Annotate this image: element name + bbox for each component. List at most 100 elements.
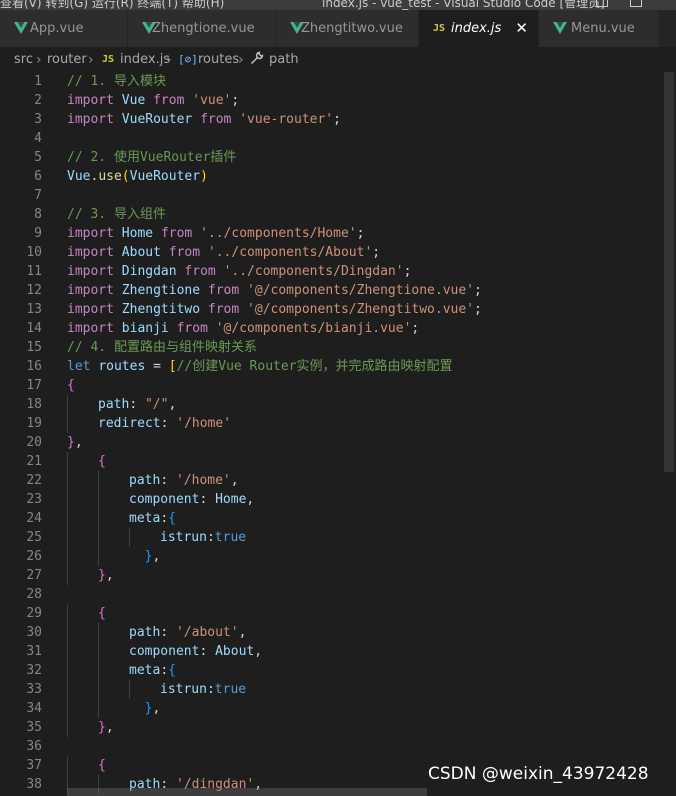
- code-line[interactable]: 8 // 3. 导入组件: [0, 205, 676, 224]
- horizontal-scrollbar[interactable]: [67, 788, 427, 796]
- code-line[interactable]: 30 path: '/about',: [0, 623, 676, 642]
- code-line[interactable]: 4: [0, 129, 676, 148]
- indent-guide: [67, 604, 68, 623]
- code-token: ;: [231, 93, 240, 108]
- code-line[interactable]: 26 },: [0, 547, 676, 566]
- close-icon[interactable]: ✕: [515, 10, 528, 47]
- window-controls[interactable]: [590, 0, 676, 10]
- code-token: '/about': [175, 625, 239, 640]
- code-line[interactable]: 15 // 4. 配置路由与组件映射关系: [0, 338, 676, 357]
- code-line[interactable]: 17 {: [0, 376, 676, 395]
- code-token: {: [168, 663, 176, 678]
- menu-bar[interactable]: 查看(V) 转到(G) 运行(R) 终端(T) 帮助(H): [0, 0, 224, 10]
- vue-icon: [553, 22, 567, 34]
- code-line[interactable]: 10 import About from '../components/About…: [0, 243, 676, 262]
- code-token: bianji: [121, 321, 169, 336]
- chevron-right-icon: ›: [36, 52, 42, 68]
- code-line[interactable]: 25 istrun:true: [0, 528, 676, 547]
- code-line[interactable]: 22 path: '/home',: [0, 471, 676, 490]
- code-token: import: [67, 283, 114, 298]
- code-token: :: [160, 511, 169, 526]
- code-token: from: [207, 302, 240, 317]
- indent-guide: [67, 509, 68, 528]
- code-token: from: [176, 321, 208, 336]
- code-token: VueRouter: [121, 112, 193, 127]
- tab-app-vue[interactable]: App.vue: [0, 10, 128, 47]
- code-line[interactable]: 23 component: Home,: [0, 490, 676, 509]
- code-line[interactable]: 33 istrun:true: [0, 680, 676, 699]
- code-line[interactable]: 36: [0, 737, 676, 756]
- code-line[interactable]: 14 import bianji from '@/components/bianj…: [0, 319, 676, 338]
- code-text: istrun:true: [160, 528, 246, 547]
- code-line[interactable]: 7: [0, 186, 676, 205]
- breadcrumb-routes[interactable]: routes: [198, 48, 239, 72]
- line-number: 16: [26, 359, 42, 374]
- code-token: ;: [372, 245, 381, 260]
- code-token: :: [199, 492, 216, 507]
- code-token: ;: [411, 321, 420, 336]
- scrollbar-thumb[interactable]: [664, 72, 674, 472]
- indent-guide: [67, 699, 68, 718]
- title-bar: 查看(V) 转到(G) 运行(R) 终端(T) 帮助(H) index.js -…: [0, 0, 676, 10]
- code-line[interactable]: 18 path: "/",: [0, 395, 676, 414]
- code-token: :: [206, 682, 215, 697]
- breadcrumb-src[interactable]: src: [14, 48, 33, 72]
- code-line[interactable]: 11 import Dingdan from '../components/Din…: [0, 262, 676, 281]
- code-line[interactable]: 16 let routes = [//创建Vue Router实例，并完成路由映射…: [0, 357, 676, 376]
- code-line[interactable]: 5 // 2. 使用VueRouter插件: [0, 148, 676, 167]
- code-token: from: [184, 264, 216, 279]
- indent-guide: [129, 528, 130, 547]
- code-line[interactable]: 19 redirect: '/home': [0, 414, 676, 433]
- breadcrumb-router[interactable]: router: [47, 48, 87, 72]
- code-line[interactable]: 32 meta:{: [0, 661, 676, 680]
- indent-guide: [129, 680, 130, 699]
- code-token: true: [214, 682, 247, 697]
- line-number: 37: [26, 758, 42, 773]
- code-text: Vue.use(VueRouter): [67, 167, 208, 186]
- code-line[interactable]: 34 },: [0, 699, 676, 718]
- code-token: //创建Vue Router实例，并完成路由映射配置: [176, 359, 453, 374]
- indent-guide: [67, 718, 68, 737]
- code-editor[interactable]: 1 // 1. 导入模块 2 import Vue from 'vue'; 3 impor…: [0, 72, 676, 796]
- code-token: '@/components/bianji.vue': [215, 321, 412, 336]
- code-line[interactable]: 9 import Home from '../components/Home';: [0, 224, 676, 243]
- code-line[interactable]: 28: [0, 585, 676, 604]
- code-text: {: [67, 376, 75, 395]
- code-token: from: [160, 226, 193, 241]
- line-number: 8: [34, 207, 42, 222]
- code-line[interactable]: 21 {: [0, 452, 676, 471]
- vertical-scrollbar[interactable]: [662, 72, 676, 796]
- code-line[interactable]: 24 meta:{: [0, 509, 676, 528]
- code-line[interactable]: 1 // 1. 导入模块: [0, 72, 676, 91]
- code-line[interactable]: 20},: [0, 433, 676, 452]
- code-line[interactable]: 6 Vue.use(VueRouter): [0, 167, 676, 186]
- maximize-icon[interactable]: [630, 0, 642, 7]
- tab-menu-vue[interactable]: Menu.vue: [539, 10, 659, 47]
- code-token: }: [98, 568, 106, 583]
- code-text: component: Home,: [129, 490, 254, 509]
- indent-guide: [67, 395, 68, 414]
- line-number: 2: [34, 93, 42, 108]
- tab-zhengtitwo-vue[interactable]: Zhengtitwo.vue: [276, 10, 419, 47]
- minimize-icon[interactable]: [596, 0, 608, 7]
- code-line[interactable]: 2 import Vue from 'vue';: [0, 91, 676, 110]
- code-line[interactable]: 27},: [0, 566, 676, 585]
- breadcrumb-path[interactable]: path: [269, 48, 299, 72]
- tab-index-js[interactable]: JS index.js ✕: [419, 10, 539, 47]
- code-line[interactable]: 35},: [0, 718, 676, 737]
- code-text: path: '/home',: [129, 471, 239, 490]
- code-line[interactable]: 3 import VueRouter from 'vue-router';: [0, 110, 676, 129]
- code-line[interactable]: 12 import Zhengtione from '@/components/Z…: [0, 281, 676, 300]
- code-text: // 4. 配置路由与组件映射关系: [67, 338, 257, 357]
- code-token: ,: [254, 644, 263, 659]
- code-line[interactable]: 31 component: About,: [0, 642, 676, 661]
- line-number: 24: [26, 511, 42, 526]
- code-line[interactable]: 13 import Zhengtitwo from '@/components/Z…: [0, 300, 676, 319]
- code-text: },: [67, 433, 83, 452]
- code-line[interactable]: 29 {: [0, 604, 676, 623]
- breadcrumb-file[interactable]: index.js: [120, 48, 170, 72]
- code-text: redirect: '/home': [98, 414, 231, 433]
- tab-zhengtione-vue[interactable]: Zhengtione.vue: [128, 10, 276, 47]
